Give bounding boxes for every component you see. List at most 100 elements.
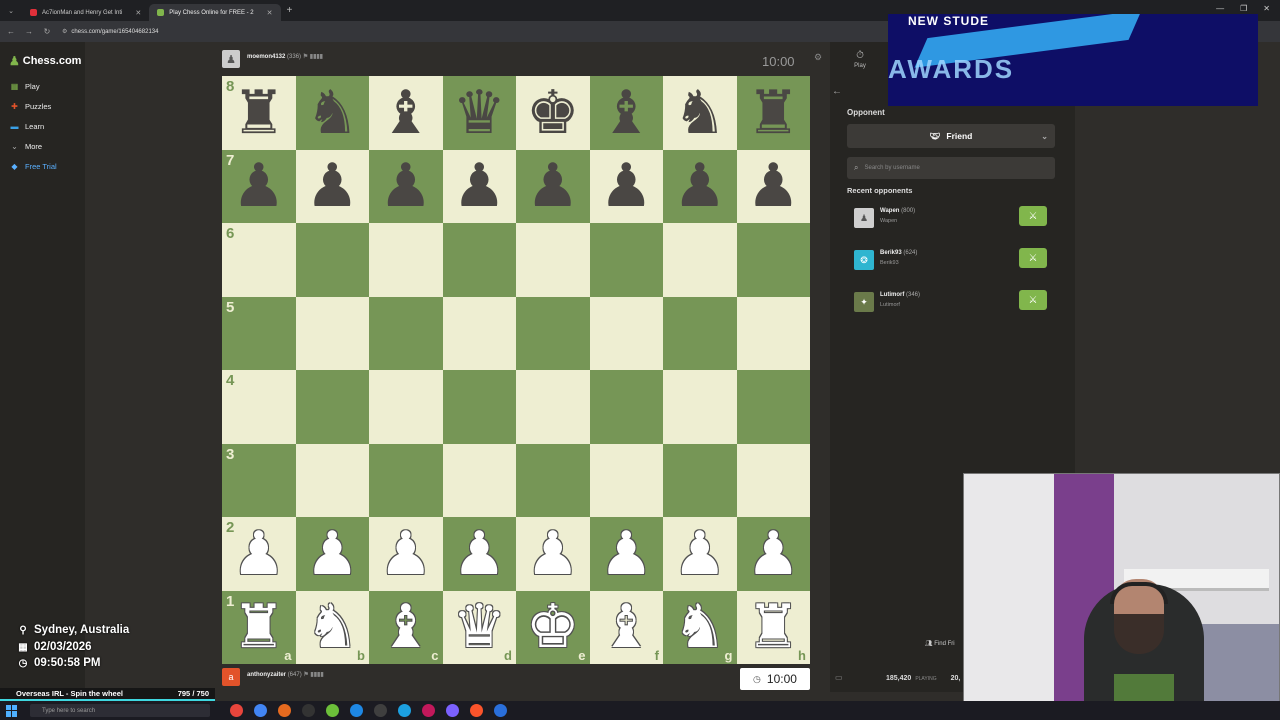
url-field[interactable]: ⚙ chess.com/game/165404682134 [62, 28, 158, 36]
square-c8[interactable]: ♝ [369, 76, 443, 150]
opponent-select[interactable]: 🤝︎ Friend ⌄ [847, 124, 1055, 148]
new-tab-icon[interactable]: + [287, 5, 293, 16]
square-h8[interactable]: ♜ [736, 76, 810, 150]
square-b8[interactable]: ♞ [295, 76, 369, 150]
site-info-icon[interactable]: ⚙ [62, 28, 67, 35]
square-f4[interactable] [589, 370, 663, 444]
white-pawn-icon[interactable]: ♟ [746, 524, 800, 584]
square-d3[interactable] [442, 443, 516, 517]
square-h2[interactable]: ♟ [736, 517, 810, 591]
sidebar-item-more[interactable]: ⌄ More [0, 136, 85, 156]
challenge-button[interactable]: ⚔ [1019, 206, 1047, 226]
white-pawn-icon[interactable]: ♟ [673, 524, 727, 584]
black-knight-icon[interactable]: ♞ [305, 83, 359, 143]
black-king-icon[interactable]: ♚ [526, 83, 580, 143]
white-pawn-icon[interactable]: ♟ [599, 524, 653, 584]
windows-start-icon[interactable] [6, 704, 18, 717]
square-c7[interactable]: ♟ [369, 149, 443, 223]
sidebar-item-free-trial[interactable]: ◆ Free Trial [0, 156, 85, 176]
square-a8[interactable]: 8 ♜ [222, 76, 296, 150]
square-d7[interactable]: ♟ [442, 149, 516, 223]
avatar[interactable]: a [222, 668, 240, 686]
taskbar-app-icon[interactable] [494, 704, 507, 717]
square-f5[interactable] [589, 296, 663, 370]
square-e5[interactable] [516, 296, 590, 370]
square-b7[interactable]: ♟ [295, 149, 369, 223]
chess-board[interactable]: 8 ♜ ♞ ♝ ♛ ♚ ♝ ♞ ♜ 7 ♟ ♟ ♟ ♟ ♟ ♟ ♟ ♟ 6 5 4 3 2 ♟ ♟ ♟ ♟ ♟ ♟ ♟ ♟ 1 a ♜ b ♞ c ♝ d ♛… [222, 76, 810, 664]
black-rook-icon[interactable]: ♜ [232, 83, 286, 143]
list-item[interactable]: ❂ Berik93 (624) Berik93 ⚔ [854, 248, 1049, 272]
avatar[interactable]: ♟ [222, 50, 240, 68]
square-h3[interactable] [736, 443, 810, 517]
taskbar-app-icon[interactable] [278, 704, 291, 717]
taskbar-app-icon[interactable] [326, 704, 339, 717]
black-bishop-icon[interactable]: ♝ [379, 83, 433, 143]
chat-icon[interactable]: ▭ [835, 673, 843, 682]
white-bishop-icon[interactable]: ♝ [599, 597, 653, 657]
square-f8[interactable]: ♝ [589, 76, 663, 150]
square-d2[interactable]: ♟ [442, 517, 516, 591]
square-e4[interactable] [516, 370, 590, 444]
back-icon[interactable]: ← [4, 27, 18, 36]
square-c6[interactable] [369, 223, 443, 297]
tab-list-icon[interactable]: ⌄ [0, 7, 22, 15]
challenge-button[interactable]: ⚔ [1019, 290, 1047, 310]
square-g8[interactable]: ♞ [663, 76, 737, 150]
square-b2[interactable]: ♟ [295, 517, 369, 591]
settings-gear-icon[interactable]: ⚙ [814, 52, 822, 63]
top-player-name[interactable]: moemon4132 (336) ⚑ ▮▮▮▮ [247, 53, 323, 60]
black-queen-icon[interactable]: ♛ [452, 83, 506, 143]
square-b6[interactable] [295, 223, 369, 297]
sidebar-item-puzzles[interactable]: ✚ Puzzles [0, 96, 85, 116]
minimize-icon[interactable]: — [1216, 4, 1224, 13]
white-pawn-icon[interactable]: ♟ [232, 524, 286, 584]
square-f3[interactable] [589, 443, 663, 517]
square-b1[interactable]: b ♞ [295, 590, 369, 664]
square-e2[interactable]: ♟ [516, 517, 590, 591]
square-c3[interactable] [369, 443, 443, 517]
black-pawn-icon[interactable]: ♟ [746, 156, 800, 216]
square-h4[interactable] [736, 370, 810, 444]
square-a3[interactable]: 3 [222, 443, 296, 517]
square-g7[interactable]: ♟ [663, 149, 737, 223]
square-e1[interactable]: e ♚ [516, 590, 590, 664]
taskbar-app-icon[interactable] [254, 704, 267, 717]
square-e7[interactable]: ♟ [516, 149, 590, 223]
list-item[interactable]: ♟ Wapen (800) Wapen ⚔ [854, 206, 1049, 230]
taskbar-app-icon[interactable] [470, 704, 483, 717]
square-d1[interactable]: d ♛ [442, 590, 516, 664]
taskbar-app-icon[interactable] [398, 704, 411, 717]
square-d4[interactable] [442, 370, 516, 444]
square-h7[interactable]: ♟ [736, 149, 810, 223]
square-a5[interactable]: 5 [222, 296, 296, 370]
square-b4[interactable] [295, 370, 369, 444]
square-d6[interactable] [442, 223, 516, 297]
sidebar-item-play[interactable]: ▦ Play [0, 76, 85, 96]
square-e3[interactable] [516, 443, 590, 517]
black-pawn-icon[interactable]: ♟ [526, 156, 580, 216]
square-h6[interactable] [736, 223, 810, 297]
close-tab-icon[interactable]: ✕ [135, 9, 141, 17]
black-pawn-icon[interactable]: ♟ [673, 156, 727, 216]
square-b3[interactable] [295, 443, 369, 517]
square-f2[interactable]: ♟ [589, 517, 663, 591]
challenge-button[interactable]: ⚔ [1019, 248, 1047, 268]
square-a4[interactable]: 4 [222, 370, 296, 444]
black-pawn-icon[interactable]: ♟ [305, 156, 359, 216]
square-c5[interactable] [369, 296, 443, 370]
white-pawn-icon[interactable]: ♟ [379, 524, 433, 584]
square-d5[interactable] [442, 296, 516, 370]
square-g3[interactable] [663, 443, 737, 517]
forward-icon[interactable]: → [22, 27, 36, 36]
close-tab-icon[interactable]: ✕ [267, 9, 273, 17]
square-g4[interactable] [663, 370, 737, 444]
black-pawn-icon[interactable]: ♟ [452, 156, 506, 216]
white-rook-icon[interactable]: ♜ [746, 597, 800, 657]
black-pawn-icon[interactable]: ♟ [599, 156, 653, 216]
taskbar-app-icon[interactable] [374, 704, 387, 717]
white-queen-icon[interactable]: ♛ [452, 597, 506, 657]
square-b5[interactable] [295, 296, 369, 370]
taskbar-search-input[interactable]: Type here to search [30, 704, 210, 717]
taskbar-app-icon[interactable] [422, 704, 435, 717]
white-pawn-icon[interactable]: ♟ [526, 524, 580, 584]
